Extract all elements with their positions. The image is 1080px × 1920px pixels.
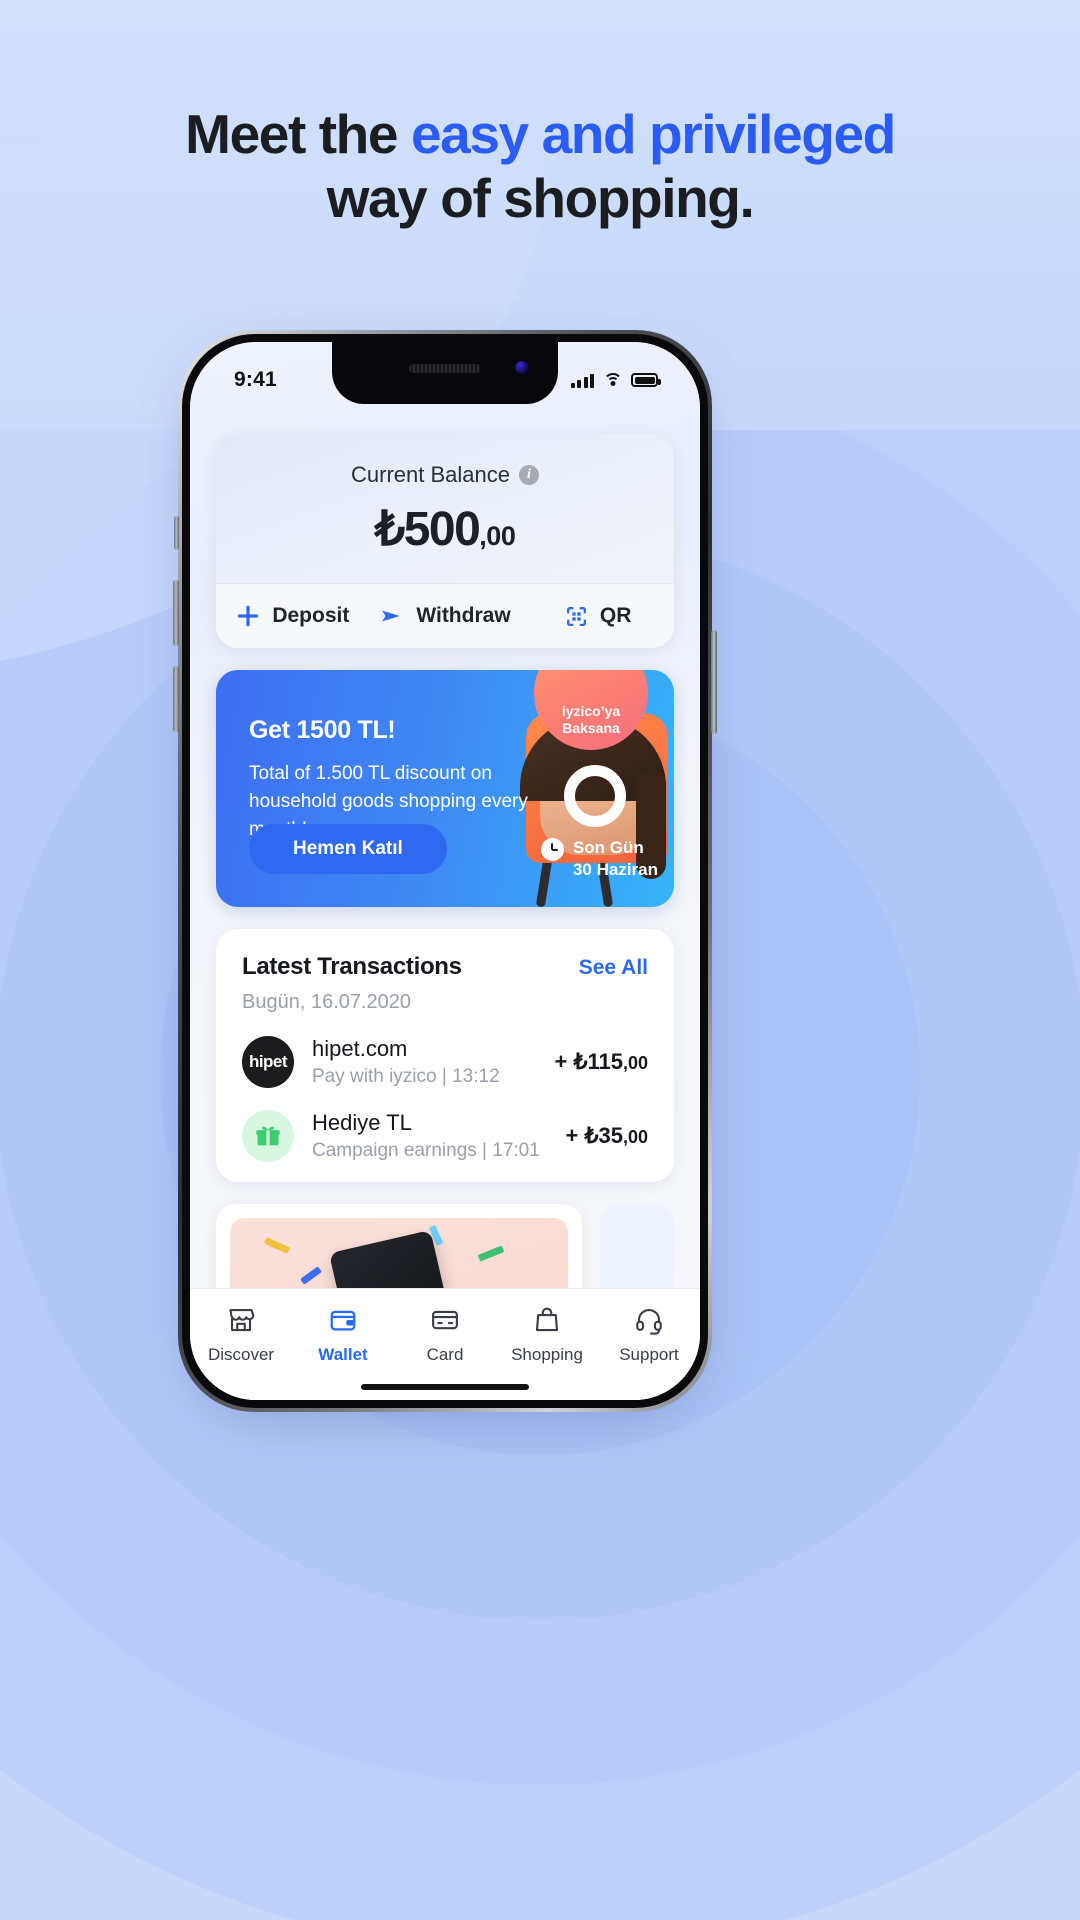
- qr-code-icon: [564, 604, 589, 629]
- tab-card-label: Card: [426, 1345, 464, 1364]
- plus-icon: [235, 603, 261, 629]
- earpiece-speaker-icon: [409, 364, 481, 373]
- transactions-header: Latest Transactions See All: [242, 953, 648, 981]
- withdraw-button[interactable]: Withdraw: [369, 603, 522, 629]
- balance-actions: Deposit Withdraw QR: [216, 583, 674, 648]
- currency-symbol: ₺: [374, 503, 406, 556]
- balance-major: 500: [403, 503, 481, 556]
- tab-card[interactable]: Card: [394, 1303, 496, 1365]
- transaction-amount: + ₺35,00: [566, 1123, 648, 1149]
- promo-badge-line1: iyzico’ya: [561, 703, 621, 719]
- status-bar-icons: [570, 372, 661, 388]
- app-content: Current Balance i ₺500,00 Deposit Withdr…: [190, 404, 700, 1400]
- balance-amount: ₺500,00: [216, 501, 674, 557]
- card-icon: [430, 1303, 460, 1337]
- home-indicator[interactable]: [361, 1384, 529, 1390]
- transaction-name: hipet.com: [312, 1036, 408, 1061]
- store-icon: [226, 1303, 256, 1337]
- hipet-logo-text: hipet: [248, 1052, 288, 1071]
- deposit-button[interactable]: Deposit: [216, 603, 369, 629]
- promo-cta-button[interactable]: Hemen Katıl: [249, 824, 447, 874]
- transactions-card: Latest Transactions See All Bugün, 16.07…: [216, 929, 674, 1182]
- front-camera-icon: [515, 361, 528, 374]
- balance-card: Current Balance i ₺500,00 Deposit Withdr…: [216, 434, 674, 648]
- status-bar-time: 9:41: [234, 368, 277, 391]
- transaction-amount-major: + ₺115: [554, 1049, 623, 1074]
- headline-line1-plain: Meet the: [185, 103, 411, 165]
- tab-support-label: Support: [619, 1345, 679, 1364]
- see-all-link[interactable]: See All: [579, 956, 648, 980]
- tab-wallet[interactable]: Wallet: [292, 1303, 394, 1365]
- clock-icon: [540, 838, 564, 861]
- headset-icon: [634, 1303, 664, 1337]
- promo-deadline-pill: Son Gün 30 Haziran: [540, 837, 658, 881]
- transaction-subtitle: Campaign earnings | 17:01: [312, 1140, 540, 1161]
- headline-line2: way of shopping.: [326, 167, 755, 229]
- volume-up-button[interactable]: [173, 580, 179, 646]
- tab-shopping-label: Shopping: [511, 1345, 583, 1364]
- balance-label-row: Current Balance i: [351, 462, 539, 488]
- balance-cents: ,00: [479, 521, 516, 551]
- volume-down-button[interactable]: [173, 666, 179, 732]
- hipet-logo-icon: hipet: [242, 1036, 294, 1088]
- transaction-amount: + ₺115,00: [555, 1049, 648, 1075]
- phone-mockup: 9:41 Current Balance i ₺500,00 Deposit W…: [173, 330, 717, 1418]
- gift-icon: [242, 1110, 294, 1162]
- balance-label: Current Balance: [351, 462, 510, 487]
- deposit-label: Deposit: [272, 604, 350, 627]
- headline-line1-accent: easy and privileged: [410, 103, 896, 165]
- phone-frame: 9:41 Current Balance i ₺500,00 Deposit W…: [173, 330, 717, 1412]
- notch: [332, 342, 558, 404]
- transaction-info: hipet.com Pay with iyzico | 13:12: [312, 1036, 537, 1088]
- balance-top: Current Balance i ₺500,00: [216, 434, 674, 583]
- page-headline: Meet the easy and privileged way of shop…: [0, 102, 1080, 230]
- tab-discover[interactable]: Discover: [190, 1303, 292, 1365]
- bag-icon: [532, 1303, 562, 1337]
- tab-discover-label: Discover: [207, 1345, 275, 1364]
- tab-support[interactable]: Support: [598, 1303, 700, 1365]
- promo-badge-line2: Baksana: [562, 720, 620, 736]
- phone-screen: 9:41 Current Balance i ₺500,00 Deposit W…: [190, 342, 700, 1400]
- transaction-amount-major: + ₺35: [565, 1123, 623, 1148]
- cellular-signal-icon: [570, 373, 594, 388]
- transaction-name: Hediye TL: [312, 1110, 412, 1135]
- power-button[interactable]: [711, 630, 717, 734]
- table-row[interactable]: hipet hipet.com Pay with iyzico | 13:12 …: [242, 1036, 648, 1088]
- transaction-amount-cents: ,00: [622, 1127, 648, 1147]
- info-icon[interactable]: i: [518, 465, 539, 485]
- wallet-icon: [328, 1303, 358, 1337]
- qr-button[interactable]: QR: [521, 604, 674, 629]
- wifi-icon: [603, 372, 622, 388]
- send-arrow-icon: [379, 603, 405, 629]
- promo-title: Get 1500 TL!: [249, 716, 396, 744]
- transaction-info: Hediye TL Campaign earnings | 17:01: [312, 1110, 548, 1162]
- withdraw-label: Withdraw: [416, 604, 511, 627]
- transaction-amount-cents: ,00: [622, 1053, 648, 1073]
- battery-icon: [631, 373, 661, 387]
- transactions-title: Latest Transactions: [242, 953, 462, 980]
- phone-bezel: 9:41 Current Balance i ₺500,00 Deposit W…: [182, 334, 708, 1408]
- promo-deadline-text: Son Gün 30 Haziran: [573, 837, 658, 881]
- tab-shopping[interactable]: Shopping: [496, 1303, 598, 1365]
- tab-wallet-label: Wallet: [318, 1345, 368, 1364]
- transactions-date: Bugün, 16.07.2020: [242, 991, 412, 1013]
- transaction-subtitle: Pay with iyzico | 13:12: [312, 1066, 500, 1087]
- promo-deadline-line2: 30 Haziran: [572, 860, 658, 879]
- photo-white-ring: [564, 765, 626, 827]
- promo-deadline-line1: Son Gün: [572, 838, 644, 857]
- promo-banner[interactable]: iyzico’ya Baksana Get 1500 TL! Total of …: [216, 670, 674, 907]
- table-row[interactable]: Hediye TL Campaign earnings | 17:01 + ₺3…: [242, 1110, 648, 1162]
- qr-label: QR: [599, 604, 632, 627]
- mute-switch[interactable]: [174, 516, 179, 550]
